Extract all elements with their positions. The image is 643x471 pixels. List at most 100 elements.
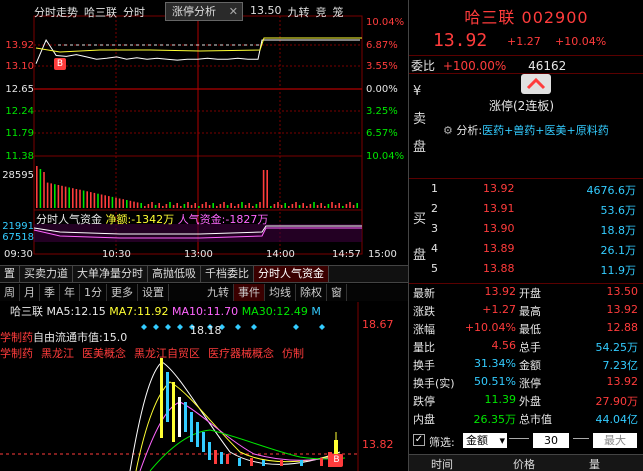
book-volume: 11.9万 bbox=[600, 264, 637, 277]
tag-5[interactable]: 仿制 bbox=[282, 345, 304, 361]
window-button[interactable]: 窗 bbox=[327, 284, 347, 301]
filter-select[interactable]: 金额 ▾ bbox=[463, 433, 507, 448]
analysis-tags[interactable]: 医药+兽药+医美+原料药 bbox=[482, 124, 609, 137]
limit-up-status: 涨停(2连板) bbox=[489, 99, 554, 113]
axis-right-3: 0.00% bbox=[366, 84, 398, 95]
tab-intraday[interactable]: 分时走势 bbox=[34, 4, 78, 21]
stat-value-left: 26.35万 bbox=[473, 413, 517, 426]
weicha-value: 46162 bbox=[528, 59, 567, 73]
stat-label-right: 金额 bbox=[519, 359, 541, 372]
tag-2[interactable]: 医美概念 bbox=[82, 345, 126, 361]
tab-high-low[interactable]: 高抛低吸 bbox=[148, 266, 201, 282]
quote-stat-row: 内盘 26.35万 总市值 44.04亿 bbox=[409, 411, 643, 429]
volume-bar bbox=[93, 192, 96, 208]
axis-left-6: 11.38 bbox=[5, 151, 34, 162]
tab-popularity-flow[interactable]: 分时人气资金 bbox=[254, 266, 329, 282]
tag-prefix: 学制药自由流通市值:15.0 bbox=[0, 329, 127, 345]
ex-rights-button[interactable]: 除权 bbox=[296, 284, 327, 301]
tab-big-order[interactable]: 大单净量分时 bbox=[73, 266, 148, 282]
period-week[interactable]: 周 bbox=[0, 284, 20, 301]
volume-bar bbox=[205, 202, 207, 208]
volume-bar bbox=[208, 205, 211, 208]
tab-depth-ratio[interactable]: 千档委比 bbox=[201, 266, 254, 282]
sell-label-2: 盘 bbox=[413, 140, 427, 155]
weibi-label: 委比 bbox=[411, 59, 436, 73]
filter-max-input[interactable]: 最大 bbox=[593, 433, 637, 448]
quote-stat-row: 量比 4.56 总手 54.25万 bbox=[409, 339, 643, 357]
ma5-label: MA5: bbox=[46, 305, 75, 318]
book-price: 13.89 bbox=[483, 242, 515, 255]
tab-settings-short[interactable]: 置 bbox=[0, 266, 20, 282]
kline-panel[interactable]: 哈三联 MA5:12.15 MA7:11.92 MA10:11.70 MA30:… bbox=[0, 302, 408, 471]
stat-label-right: 最高 bbox=[519, 305, 541, 318]
chevron-up-icon[interactable] bbox=[521, 74, 551, 94]
tab-buy-sell-force[interactable]: 买卖力道 bbox=[20, 266, 73, 282]
volume-bar bbox=[306, 206, 308, 208]
volume-bar bbox=[108, 196, 110, 208]
filter-row: ✓ 筛选: 金额 ▾ 30 最大 bbox=[409, 432, 643, 450]
filter-checkbox[interactable]: ✓ bbox=[413, 434, 425, 446]
volume-bar bbox=[244, 205, 247, 208]
sell-label-0: ¥ bbox=[413, 84, 422, 99]
volume-bar bbox=[126, 200, 128, 208]
tag-prefix-label: 学制药 bbox=[0, 331, 33, 344]
tab-long[interactable]: 笼 bbox=[333, 4, 344, 20]
indicator-tab-bar: 置 买卖力道 大单净量分时 高抛低吸 千档委比 分时人气资金 bbox=[0, 265, 408, 283]
filter-select-value: 金额 bbox=[466, 434, 488, 447]
order-book-row[interactable]: 4 13.89 26.1万 bbox=[409, 242, 643, 260]
buy-marker[interactable]: B bbox=[54, 58, 66, 70]
tag-4[interactable]: 医疗器械概念 bbox=[208, 345, 274, 361]
volume-bar bbox=[291, 204, 294, 208]
volume-bar bbox=[302, 203, 304, 208]
tab-stock-name[interactable]: 哈三联 bbox=[84, 4, 117, 21]
order-book-row[interactable]: 2 13.91 53.6万 bbox=[409, 202, 643, 220]
volume-bar bbox=[201, 204, 204, 208]
settings-button[interactable]: 设置 bbox=[138, 284, 169, 301]
volume-bar bbox=[122, 199, 124, 208]
volume-bar bbox=[162, 206, 164, 208]
volume-bar bbox=[262, 170, 265, 208]
volume-bar bbox=[158, 203, 160, 208]
axis-left-4: 12.24 bbox=[5, 106, 34, 117]
volume-bar bbox=[61, 185, 63, 208]
axis-left-3: 12.65 bbox=[5, 84, 34, 95]
tab-jing[interactable]: 竞 bbox=[316, 4, 327, 20]
kline-buy-marker[interactable]: B bbox=[330, 454, 343, 467]
limit-up-analysis-tab[interactable]: 涨停分析 ✕ bbox=[165, 2, 243, 21]
period-quarter[interactable]: 季 bbox=[40, 284, 60, 301]
order-book-row[interactable]: 3 13.90 18.8万 bbox=[409, 222, 643, 240]
header-price: 价格 bbox=[513, 458, 535, 471]
stat-value-right: 13.92 bbox=[606, 303, 639, 316]
period-month[interactable]: 月 bbox=[20, 284, 40, 301]
analysis-gear-icon[interactable]: ⚙ bbox=[443, 124, 453, 137]
intraday-chart-panel[interactable]: 分时走势 哈三联 分时 涨停分析 ✕ 13.50 九转 竞 笼 13.92 13… bbox=[0, 0, 408, 262]
ma7-value: 11.92 bbox=[136, 305, 169, 318]
ma-extra: M bbox=[311, 305, 321, 318]
period-1min[interactable]: 1分 bbox=[80, 284, 107, 301]
volume-bar bbox=[176, 203, 178, 208]
tab-jiuzhuan[interactable]: 九转 bbox=[288, 4, 310, 20]
tag-3[interactable]: 黑龙江自贸区 bbox=[134, 345, 200, 361]
volume-bar bbox=[230, 203, 232, 208]
jiuzhuan-button[interactable]: 九转 bbox=[203, 284, 234, 301]
stat-label-left: 换手 bbox=[413, 359, 435, 372]
ma30-label: MA30: bbox=[241, 305, 277, 318]
tab-time[interactable]: 分时 bbox=[123, 4, 145, 21]
order-book-row[interactable]: 5 13.88 11.9万 bbox=[409, 262, 643, 280]
period-year[interactable]: 年 bbox=[60, 284, 80, 301]
stat-value-left: 4.56 bbox=[491, 339, 517, 352]
filter-value-input[interactable]: 30 bbox=[533, 433, 569, 448]
volume-bar bbox=[266, 170, 268, 208]
more-button[interactable]: 更多 bbox=[107, 284, 138, 301]
event-button[interactable]: 事件 bbox=[234, 284, 265, 301]
book-volume: 53.6万 bbox=[600, 204, 637, 217]
volume-bar bbox=[212, 203, 214, 208]
tag-1[interactable]: 黑龙江 bbox=[41, 345, 74, 361]
volume-bar bbox=[320, 203, 322, 208]
book-volume: 4676.6万 bbox=[586, 184, 637, 197]
ma-button[interactable]: 均线 bbox=[265, 284, 296, 301]
tag-0[interactable]: 学制药 bbox=[0, 345, 33, 361]
volume-bar bbox=[248, 203, 250, 208]
close-icon[interactable]: ✕ bbox=[229, 3, 238, 20]
order-book-row[interactable]: 1 13.92 4676.6万 bbox=[409, 182, 643, 200]
